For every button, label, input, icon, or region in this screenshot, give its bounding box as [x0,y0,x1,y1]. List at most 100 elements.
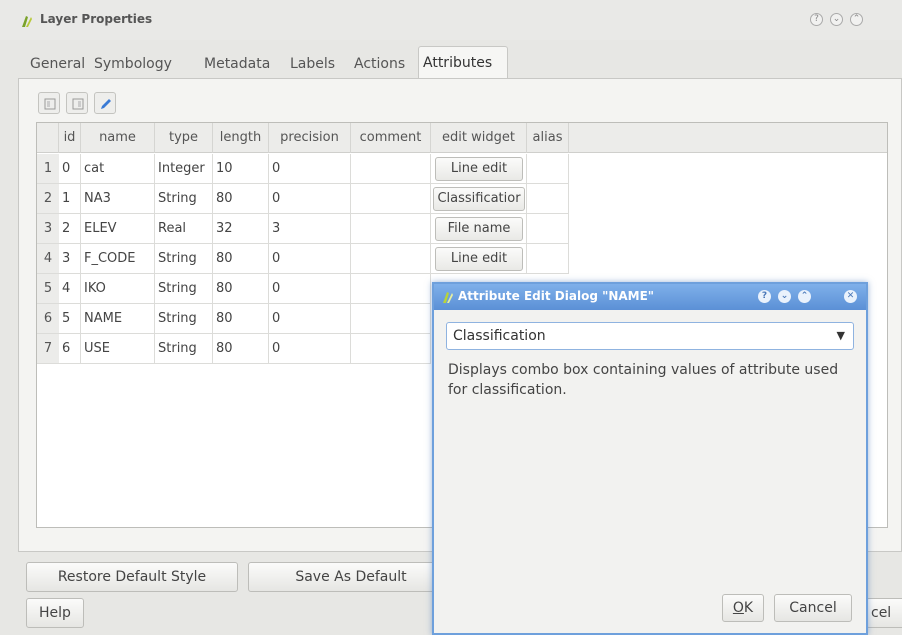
cell-alias[interactable] [527,184,569,214]
new-column-button[interactable] [38,92,60,114]
cell-precision[interactable]: 0 [269,304,351,334]
row-number[interactable]: 7 [37,334,59,364]
table-header: id name type length precision comment ed… [37,123,887,153]
row-number[interactable]: 1 [37,154,59,184]
widget-description: Displays combo box containing values of … [448,362,839,398]
cell-length[interactable]: 80 [213,184,269,214]
cell-name[interactable]: ELEV [81,214,155,244]
dialog-cancel-button[interactable]: Cancel [774,594,852,622]
cell-name[interactable]: cat [81,154,155,184]
cell-precision[interactable]: 0 [269,244,351,274]
cell-id[interactable]: 6 [59,334,81,364]
cell-comment[interactable] [351,214,431,244]
ok-label: K [743,600,754,616]
cell-type[interactable]: Real [155,214,213,244]
tab-actions[interactable]: Actions [350,50,409,78]
cell-id[interactable]: 5 [59,304,81,334]
delete-column-button[interactable] [66,92,88,114]
cell-length[interactable]: 80 [213,304,269,334]
minimize-window-button[interactable]: ⌄ [830,13,843,26]
header-comment[interactable]: comment [351,123,431,153]
qgis-logo-icon [443,292,453,303]
ok-button[interactable]: OK [722,594,764,622]
row-number[interactable]: 5 [37,274,59,304]
header-alias[interactable]: alias [527,123,569,153]
cell-length[interactable]: 80 [213,244,269,274]
cell-type[interactable]: String [155,184,213,214]
tab-attributes[interactable]: Attributes [418,46,508,78]
cell-comment[interactable] [351,304,431,334]
cell-precision[interactable]: 3 [269,214,351,244]
help-button[interactable]: Help [26,598,84,628]
toggle-editing-button[interactable] [94,92,116,114]
cell-comment[interactable] [351,154,431,184]
restore-default-style-button[interactable]: Restore Default Style [26,562,238,592]
header-edit-widget[interactable]: edit widget [431,123,527,153]
row-number[interactable]: 3 [37,214,59,244]
cell-type[interactable]: String [155,244,213,274]
pencil-icon [101,99,111,109]
cell-length[interactable]: 32 [213,214,269,244]
cell-comment[interactable] [351,334,431,364]
row-number[interactable]: 6 [37,304,59,334]
cell-name[interactable]: NAME [81,304,155,334]
cell-alias[interactable] [527,214,569,244]
header-length[interactable]: length [213,123,269,153]
tab-symbology[interactable]: Symbology [90,50,176,78]
cell-length[interactable]: 80 [213,334,269,364]
cell-comment[interactable] [351,274,431,304]
cell-type[interactable]: String [155,274,213,304]
cell-length[interactable]: 10 [213,154,269,184]
cell-type[interactable]: Integer [155,154,213,184]
header-precision[interactable]: precision [269,123,351,153]
edit-widget-button[interactable]: Classificatior [433,187,525,211]
window-titlebar: Layer Properties ? ⌄ ⌃ [0,0,902,40]
cell-precision[interactable]: 0 [269,184,351,214]
dialog-maximize-button[interactable]: ⌃ [798,290,811,303]
maximize-window-button[interactable]: ⌃ [850,13,863,26]
header-id[interactable]: id [59,123,81,153]
cell-type[interactable]: String [155,304,213,334]
cell-comment[interactable] [351,244,431,274]
cell-name[interactable]: F_CODE [81,244,155,274]
cell-id[interactable]: 2 [59,214,81,244]
cell-name[interactable]: IKO [81,274,155,304]
dialog-help-button[interactable]: ? [758,290,771,303]
cell-precision[interactable]: 0 [269,154,351,184]
qgis-logo-icon [22,16,32,27]
new-column-icon [44,98,56,110]
help-window-button[interactable]: ? [810,13,823,26]
header-name[interactable]: name [81,123,155,153]
cell-id[interactable]: 0 [59,154,81,184]
cell-precision[interactable]: 0 [269,334,351,364]
cell-precision[interactable]: 0 [269,274,351,304]
row-number[interactable]: 2 [37,184,59,214]
ok-mnemonic: O [732,600,744,616]
header-type[interactable]: type [155,123,213,153]
save-as-default-button[interactable]: Save As Default [248,562,454,592]
dialog-titlebar: Attribute Edit Dialog "NAME" ? ⌄ ⌃ ✕ [434,284,866,310]
edit-widget-button[interactable]: Line edit [435,247,523,271]
cell-id[interactable]: 4 [59,274,81,304]
cell-id[interactable]: 3 [59,244,81,274]
cancel-button[interactable]: cel [866,598,902,628]
row-number[interactable]: 4 [37,244,59,274]
tab-metadata[interactable]: Metadata [200,50,274,78]
cell-type[interactable]: String [155,334,213,364]
tab-general[interactable]: General [26,50,89,78]
edit-widget-select[interactable]: Classification ▼ [446,322,854,350]
edit-widget-button[interactable]: Line edit [435,157,523,181]
cell-alias[interactable] [527,244,569,274]
edit-widget-button[interactable]: File name [435,217,523,241]
corner-cell [37,123,59,153]
cell-length[interactable]: 80 [213,274,269,304]
cell-name[interactable]: USE [81,334,155,364]
dialog-close-button[interactable]: ✕ [844,290,857,303]
cell-comment[interactable] [351,184,431,214]
cell-id[interactable]: 1 [59,184,81,214]
tab-labels[interactable]: Labels [286,50,339,78]
dialog-minimize-button[interactable]: ⌄ [778,290,791,303]
edit-widget-select-value: Classification [453,328,546,344]
cell-alias[interactable] [527,154,569,184]
cell-name[interactable]: NA3 [81,184,155,214]
